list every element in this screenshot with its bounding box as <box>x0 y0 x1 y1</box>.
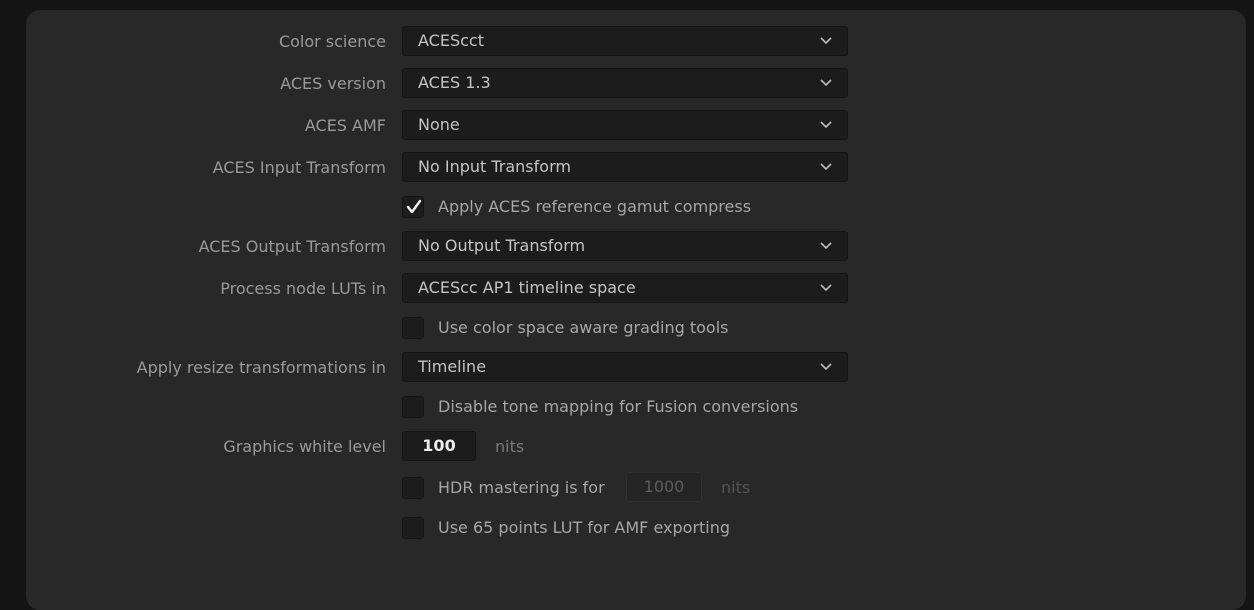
aces-input-transform-dropdown[interactable]: No Input Transform <box>402 152 848 182</box>
aces-version-label: ACES version <box>280 74 386 93</box>
lut-65-points-checkbox[interactable] <box>402 517 424 539</box>
aces-version-dropdown[interactable]: ACES 1.3 <box>402 68 848 98</box>
aces-output-transform-label: ACES Output Transform <box>198 237 386 256</box>
color-space-aware-row: Use color space aware grading tools <box>0 312 1254 344</box>
checkmark-icon <box>406 199 422 214</box>
gamut-compress-row: Apply ACES reference gamut compress <box>0 191 1254 223</box>
gamut-compress-label: Apply ACES reference gamut compress <box>438 197 752 216</box>
aces-amf-dropdown[interactable]: None <box>402 110 848 140</box>
graphics-white-level-label: Graphics white level <box>223 437 386 456</box>
disable-tone-mapping-row: Disable tone mapping for Fusion conversi… <box>0 391 1254 423</box>
color-science-dropdown[interactable]: ACEScct <box>402 26 848 56</box>
chevron-down-icon <box>820 37 832 45</box>
aces-amf-row: ACES AMF None <box>0 110 1254 142</box>
chevron-down-icon <box>820 121 832 129</box>
process-node-luts-row: Process node LUTs in ACEScc AP1 timeline… <box>0 273 1254 305</box>
disable-tone-mapping-label: Disable tone mapping for Fusion conversi… <box>438 397 799 416</box>
color-science-row: Color science ACEScct <box>0 26 1254 58</box>
hdr-mastering-checkbox[interactable] <box>402 477 424 499</box>
aces-input-transform-label: ACES Input Transform <box>212 158 386 177</box>
hdr-mastering-row: HDR mastering is for 1000 nits <box>0 472 1254 504</box>
aces-amf-label: ACES AMF <box>304 116 386 135</box>
lut-65-points-row: Use 65 points LUT for AMF exporting <box>0 512 1254 544</box>
chevron-down-icon <box>820 242 832 250</box>
disable-tone-mapping-checkbox[interactable] <box>402 396 424 418</box>
resize-transformations-dropdown[interactable]: Timeline <box>402 352 848 382</box>
chevron-down-icon <box>820 79 832 87</box>
hdr-mastering-label: HDR mastering is for <box>438 478 605 497</box>
aces-input-transform-value: No Input Transform <box>418 157 571 176</box>
chevron-down-icon <box>820 284 832 292</box>
chevron-down-icon <box>820 363 832 371</box>
color-science-label: Color science <box>278 32 386 51</box>
aces-output-transform-row: ACES Output Transform No Output Transfor… <box>0 231 1254 263</box>
graphics-white-level-input[interactable]: 100 <box>402 431 476 461</box>
graphics-white-level-unit: nits <box>495 437 525 456</box>
aces-amf-value: None <box>418 115 460 134</box>
process-node-luts-dropdown[interactable]: ACEScc AP1 timeline space <box>402 273 848 303</box>
resize-transformations-label: Apply resize transformations in <box>136 358 386 377</box>
chevron-down-icon <box>820 163 832 171</box>
gamut-compress-checkbox[interactable] <box>402 196 424 218</box>
aces-version-value: ACES 1.3 <box>418 73 491 92</box>
process-node-luts-value: ACEScc AP1 timeline space <box>418 278 636 297</box>
resize-transformations-row: Apply resize transformations in Timeline <box>0 352 1254 384</box>
color-space-aware-checkbox[interactable] <box>402 317 424 339</box>
aces-version-row: ACES version ACES 1.3 <box>0 68 1254 100</box>
graphics-white-level-row: Graphics white level 100 nits <box>0 431 1254 463</box>
aces-input-transform-row: ACES Input Transform No Input Transform <box>0 152 1254 184</box>
process-node-luts-label: Process node LUTs in <box>220 279 386 298</box>
resize-transformations-value: Timeline <box>418 357 487 376</box>
hdr-mastering-input[interactable]: 1000 <box>626 472 702 502</box>
aces-output-transform-value: No Output Transform <box>418 236 586 255</box>
color-space-aware-label: Use color space aware grading tools <box>438 318 729 337</box>
aces-output-transform-dropdown[interactable]: No Output Transform <box>402 231 848 261</box>
lut-65-points-label: Use 65 points LUT for AMF exporting <box>438 518 731 537</box>
hdr-mastering-unit: nits <box>721 478 751 497</box>
color-science-value: ACEScct <box>418 31 484 50</box>
